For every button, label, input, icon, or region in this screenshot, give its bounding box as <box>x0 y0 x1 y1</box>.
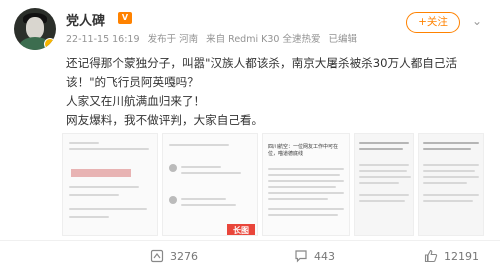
username[interactable]: 党人碑 <box>66 10 105 29</box>
post-text-line: 人家又在川航满血归来了！ <box>66 94 206 108</box>
image-line <box>69 208 147 210</box>
image-line <box>268 174 340 176</box>
image-line <box>69 186 139 188</box>
vip-badge-icon: V <box>118 12 132 24</box>
post-text-line: 还记得那个蒙独分子，叫嚣"汉族人都该杀，南京大屠杀被杀30万人都自己活 <box>66 56 458 70</box>
image-line <box>423 182 467 184</box>
device-source: 来自 Redmi K30 全速热爱 <box>206 34 321 45</box>
image-line <box>359 148 403 150</box>
comment-button[interactable]: 443 <box>294 249 335 265</box>
image-line <box>423 200 473 202</box>
post-meta: 22-11-15 16:19 发布于 河南 来自 Redmi K30 全速热爱 … <box>66 31 362 45</box>
thumbs-up-icon <box>424 249 438 263</box>
image-highlight <box>71 169 131 177</box>
image-line <box>359 170 407 172</box>
post-image-1[interactable] <box>62 133 158 236</box>
image-line <box>181 166 221 168</box>
comment-icon <box>295 250 307 263</box>
image-line <box>423 170 475 172</box>
post-text-line: 网友爆料，我不做评判，大家自己看。 <box>66 113 264 127</box>
edited-label[interactable]: 已编辑 <box>328 34 357 45</box>
post-text-line: 该！"的飞行员阿英嘎吗？ <box>66 75 199 89</box>
post-image-2[interactable]: 长图 <box>162 133 258 236</box>
image-line <box>181 198 226 200</box>
image-line <box>268 208 344 210</box>
follow-button[interactable]: +关注 <box>406 12 460 33</box>
post-text: 还记得那个蒙独分子，叫嚣"汉族人都该杀，南京大屠杀被杀30万人都自己活 该！"的… <box>66 54 486 130</box>
like-button[interactable]: 12191 <box>424 249 479 265</box>
image-line <box>423 164 479 166</box>
image-line <box>359 194 409 196</box>
image-line <box>268 186 336 188</box>
image-line <box>423 142 479 144</box>
action-bar: 3276 443 12191 <box>0 240 500 270</box>
like-count: 12191 <box>444 250 479 263</box>
repost-icon <box>150 249 164 263</box>
image-line <box>268 192 344 194</box>
post-image-4[interactable] <box>354 133 414 236</box>
chat-avatar-icon <box>169 164 177 172</box>
chevron-down-icon[interactable]: ⌄ <box>470 14 484 28</box>
weibo-post-card: 党人碑 V 22-11-15 16:19 发布于 河南 来自 Redmi K30… <box>0 0 500 270</box>
image-line <box>359 200 405 202</box>
timestamp[interactable]: 22-11-15 16:19 <box>66 34 140 45</box>
repost-button[interactable]: 3276 <box>150 249 198 265</box>
image-line <box>69 148 149 150</box>
image-line <box>359 176 411 178</box>
image-line <box>169 144 229 146</box>
location: 发布于 河南 <box>147 34 199 45</box>
repost-count: 3276 <box>170 250 198 263</box>
chat-avatar-icon <box>169 196 177 204</box>
avatar[interactable] <box>14 8 56 50</box>
image-line <box>423 148 471 150</box>
comment-count: 443 <box>314 250 335 263</box>
image-line <box>359 164 409 166</box>
image-line <box>69 142 99 144</box>
long-image-badge: 长图 <box>227 224 255 235</box>
image-line <box>69 194 119 196</box>
image-line <box>423 176 479 178</box>
image-line <box>181 204 236 206</box>
image-doc-title: 四川航空：一位网友工作中可在位，喵道德底线 <box>268 144 339 157</box>
image-line <box>359 142 409 144</box>
image-line <box>268 198 328 200</box>
post-image-5[interactable] <box>418 133 484 236</box>
image-line <box>423 194 479 196</box>
image-line <box>268 214 338 216</box>
image-line <box>268 180 344 182</box>
verified-badge-icon <box>44 38 56 50</box>
image-line <box>181 172 241 174</box>
avatar-face <box>26 17 44 39</box>
image-line <box>359 182 399 184</box>
image-line <box>268 168 344 170</box>
image-line <box>69 216 109 218</box>
post-image-3[interactable]: 四川航空：一位网友工作中可在位，喵道德底线 <box>262 133 350 236</box>
